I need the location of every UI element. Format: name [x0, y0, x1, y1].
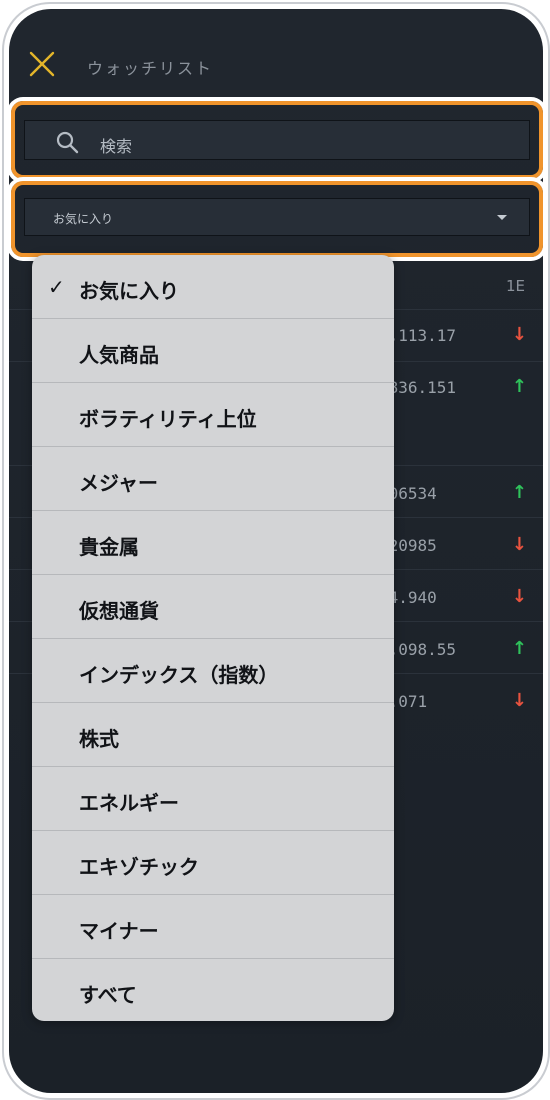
up-arrow-icon: ↑	[511, 482, 527, 503]
menu-item-label: お気に入り	[79, 279, 179, 303]
menu-item-label: 株式	[79, 727, 119, 751]
page-title: ウォッチリスト	[87, 59, 214, 78]
menu-item-label: 貴金属	[79, 535, 139, 559]
up-arrow-icon: ↑	[511, 638, 527, 659]
menu-item-top-volatility[interactable]: ボラティリティ上位	[32, 383, 394, 447]
search-icon	[56, 131, 79, 154]
menu-item-label: エネルギー	[79, 791, 179, 815]
menu-item-label: ボラティリティ上位	[79, 407, 257, 431]
menu-item-majors[interactable]: メジャー	[32, 447, 394, 511]
menu-item-crypto[interactable]: 仮想通貨	[32, 575, 394, 639]
menu-item-label: メジャー	[79, 471, 158, 495]
down-arrow-icon: ↓	[511, 324, 527, 345]
check-icon: ✓	[48, 275, 65, 299]
menu-item-all[interactable]: すべて	[32, 959, 394, 1021]
menu-item-label: インデックス（指数）	[79, 663, 279, 687]
menu-item-label: マイナー	[79, 919, 159, 943]
menu-item-indices[interactable]: インデックス（指数）	[32, 639, 394, 703]
close-icon[interactable]	[29, 51, 55, 77]
chevron-down-icon	[497, 215, 507, 220]
down-arrow-icon: ↓	[511, 586, 527, 607]
menu-item-favorites[interactable]: ✓ お気に入り	[32, 255, 394, 319]
menu-item-popular[interactable]: 人気商品	[32, 319, 394, 383]
menu-item-exotics[interactable]: エキゾチック	[32, 831, 394, 895]
down-arrow-icon: ↓	[511, 534, 527, 555]
search-input[interactable]: 検索	[24, 120, 530, 160]
menu-item-label: 仮想通貨	[79, 599, 159, 623]
menu-item-stocks[interactable]: 株式	[32, 703, 394, 767]
device-frame: ウォッチリスト 1E 4,113.17 ↓ ,836.151 ↑ .06534 …	[2, 2, 550, 1100]
menu-item-label: すべて	[79, 983, 137, 1007]
category-select-value: お気に入り	[53, 212, 114, 226]
menu-item-minors[interactable]: マイナー	[32, 895, 394, 959]
menu-item-metals[interactable]: 貴金属	[32, 511, 394, 575]
menu-item-label: 人気商品	[79, 343, 159, 367]
down-arrow-icon: ↓	[511, 690, 527, 711]
menu-item-energy[interactable]: エネルギー	[32, 767, 394, 831]
column-header: 1E	[505, 277, 525, 295]
category-select[interactable]: お気に入り	[24, 198, 530, 236]
search-placeholder: 検索	[100, 137, 133, 156]
category-dropdown-menu: ✓ お気に入り 人気商品 ボラティリティ上位 メジャー 貴金属 仮想通貨 インデ…	[32, 255, 394, 1021]
app-screen: ウォッチリスト 1E 4,113.17 ↓ ,836.151 ↑ .06534 …	[9, 9, 543, 1093]
menu-item-label: エキゾチック	[79, 855, 199, 879]
up-arrow-icon: ↑	[511, 376, 527, 397]
